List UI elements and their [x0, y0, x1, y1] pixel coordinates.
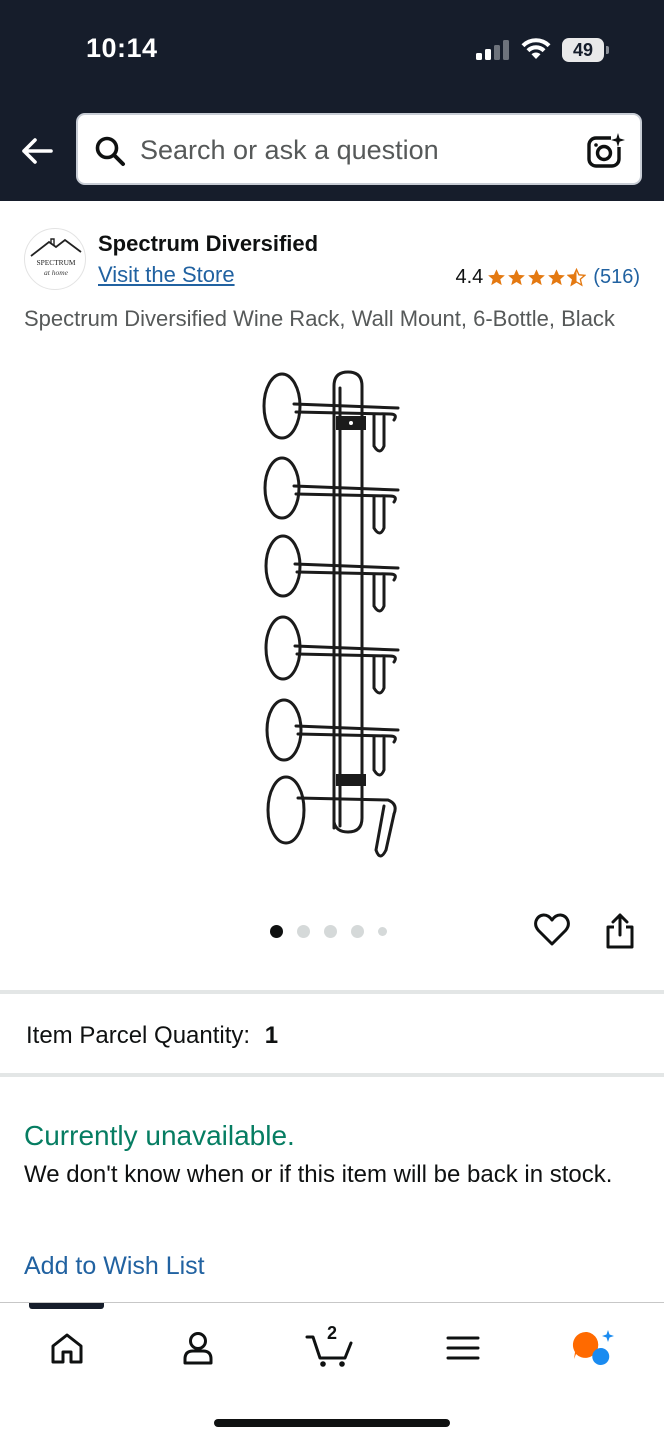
- add-to-wish-list-link[interactable]: Add to Wish List: [24, 1252, 205, 1281]
- star-icon: [528, 268, 546, 285]
- wifi-icon: [521, 38, 551, 59]
- svg-text:SPECTRUM: SPECTRUM: [36, 258, 75, 267]
- review-count: (516): [593, 265, 640, 288]
- star-icon: [508, 268, 526, 285]
- home-indicator-bar: [214, 1419, 450, 1427]
- nav-home[interactable]: [39, 1325, 95, 1371]
- image-carousel-dots[interactable]: [270, 923, 401, 939]
- parcel-quantity-label: Item Parcel Quantity:: [26, 1022, 251, 1049]
- brand-name: Spectrum Diversified: [98, 231, 319, 256]
- svg-text:at home: at home: [44, 268, 69, 277]
- carousel-dot[interactable]: [378, 926, 387, 936]
- back-arrow-icon[interactable]: [18, 132, 56, 170]
- availability-note: We don't know when or if this item will …: [24, 1161, 613, 1188]
- parcel-quantity-value: 1: [264, 1022, 279, 1049]
- carousel-dot-active[interactable]: [270, 924, 283, 938]
- search-bar[interactable]: [76, 113, 642, 185]
- battery-level: 49: [572, 40, 594, 60]
- carousel-dot[interactable]: [324, 924, 337, 938]
- share-icon[interactable]: [604, 912, 636, 950]
- section-divider: [0, 990, 664, 994]
- battery-icon: 49: [562, 38, 610, 62]
- half-star-icon: [567, 267, 587, 286]
- account-icon: [183, 1332, 213, 1365]
- product-image[interactable]: [250, 366, 410, 866]
- menu-icon: [446, 1336, 480, 1360]
- product-title: Spectrum Diversified Wine Rack, Wall Mou…: [24, 306, 615, 331]
- status-time: 10:14: [86, 33, 158, 63]
- search-icon: [95, 136, 125, 166]
- search-input[interactable]: [140, 132, 570, 168]
- section-divider: [0, 1073, 664, 1077]
- parcel-quantity: Item Parcel Quantity: 1: [26, 1022, 278, 1050]
- rating-summary[interactable]: 4.4 (516): [455, 264, 640, 290]
- brand-logo[interactable]: SPECTRUM at home: [24, 228, 86, 290]
- bottom-nav: 2: [0, 1302, 664, 1440]
- carousel-dot[interactable]: [351, 924, 364, 938]
- brand-logo-graphic: SPECTRUM at home: [30, 238, 82, 277]
- heart-icon[interactable]: [533, 912, 571, 948]
- star-icon: [548, 268, 566, 285]
- star-rating: [487, 267, 587, 287]
- active-tab-indicator: [29, 1303, 104, 1309]
- cellular-signal-icon: [476, 40, 509, 60]
- availability-status: Currently unavailable.: [24, 1120, 295, 1151]
- nav-menu[interactable]: [435, 1325, 491, 1371]
- cart-count-badge: 2: [326, 1323, 337, 1343]
- rating-value: 4.4: [455, 265, 484, 288]
- star-icon: [488, 268, 506, 285]
- carousel-dot[interactable]: [297, 924, 310, 938]
- camera-lens-icon[interactable]: [586, 131, 626, 169]
- rufus-assistant-icon: [572, 1330, 614, 1365]
- nav-cart[interactable]: 2: [302, 1323, 358, 1371]
- app-header: 10:14 49: [0, 0, 664, 201]
- nav-rufus[interactable]: [566, 1325, 622, 1371]
- nav-account[interactable]: [170, 1325, 226, 1371]
- home-icon: [51, 1333, 83, 1364]
- visit-store-link[interactable]: Visit the Store: [98, 262, 235, 288]
